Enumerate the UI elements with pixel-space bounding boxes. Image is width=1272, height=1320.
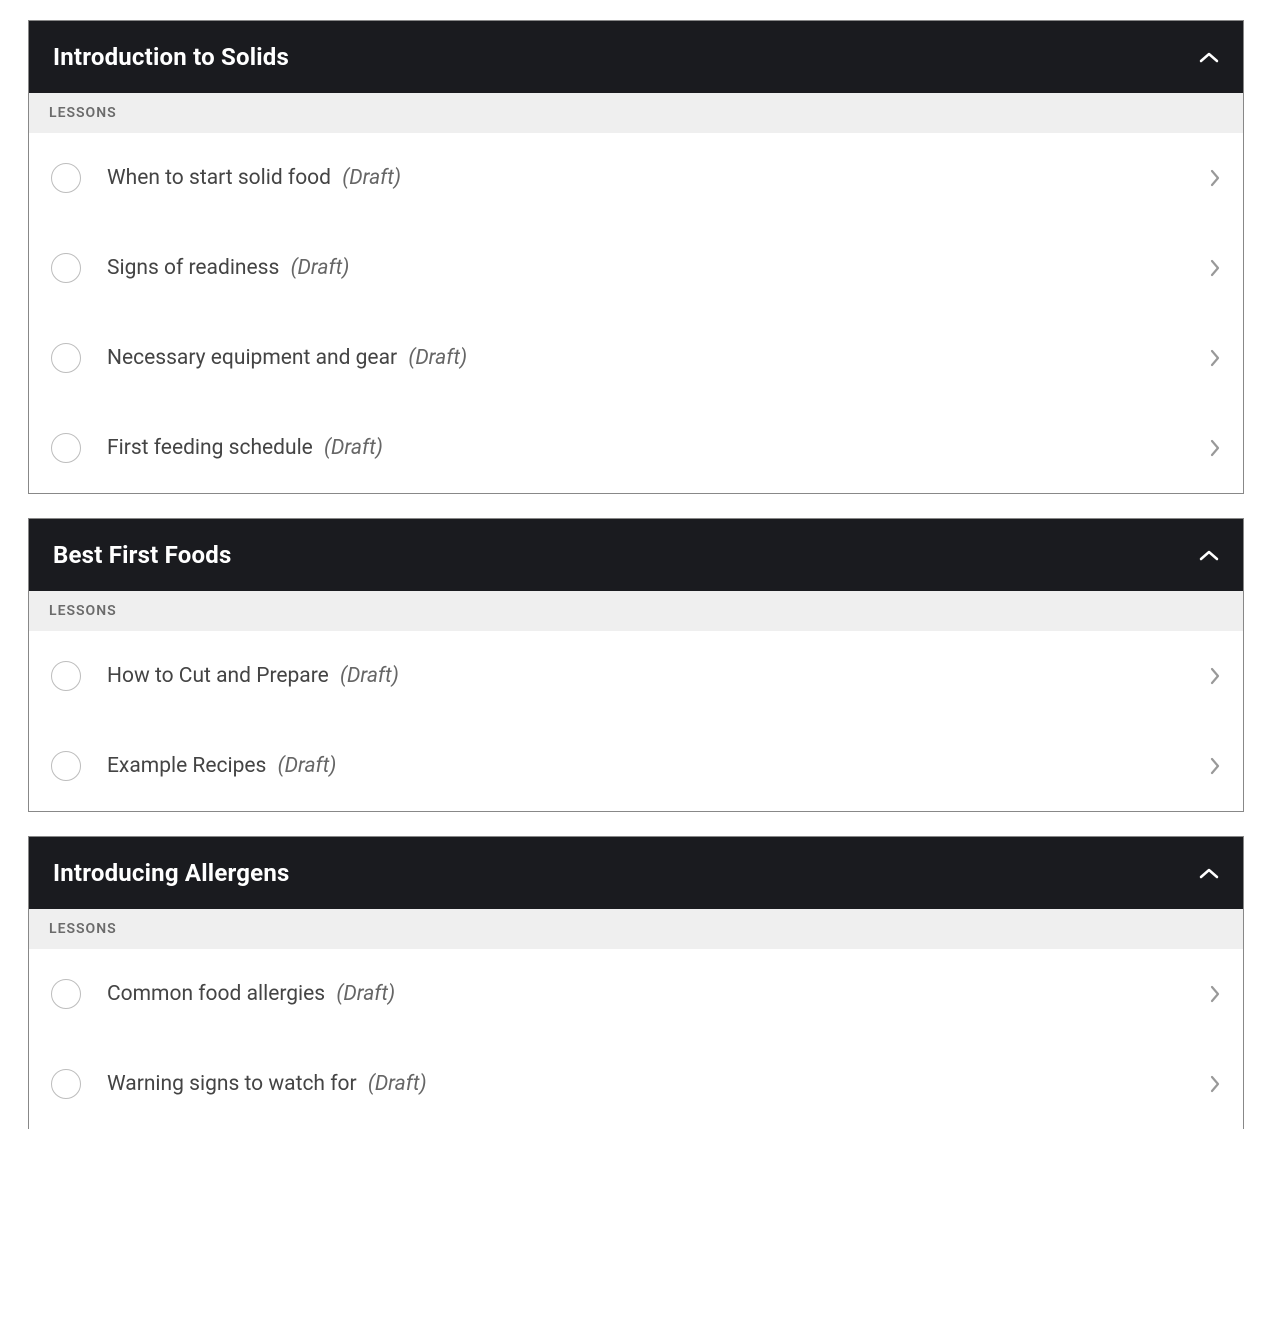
lesson-status: (Draft)	[342, 166, 401, 190]
module-title: Best First Foods	[53, 541, 231, 569]
module-header[interactable]: Best First Foods	[29, 519, 1243, 591]
lesson-status: (Draft)	[324, 436, 383, 460]
lesson-row[interactable]: Necessary equipment and gear (Draft)	[29, 313, 1243, 403]
completion-circle-icon	[51, 751, 81, 781]
module-title: Introducing Allergens	[53, 859, 290, 887]
lesson-title: Warning signs to watch for (Draft)	[107, 1072, 1193, 1096]
completion-circle-icon	[51, 433, 81, 463]
chevron-right-icon	[1209, 348, 1221, 368]
lesson-title: Signs of readiness (Draft)	[107, 256, 1193, 280]
lesson-title: Example Recipes (Draft)	[107, 754, 1193, 778]
chevron-right-icon	[1209, 756, 1221, 776]
chevron-right-icon	[1209, 258, 1221, 278]
chevron-up-icon	[1199, 549, 1219, 561]
lesson-status: (Draft)	[291, 256, 350, 280]
chevron-right-icon	[1209, 666, 1221, 686]
course-module: Introduction to Solids LESSONS When to s…	[28, 20, 1244, 494]
chevron-right-icon	[1209, 168, 1221, 188]
lesson-status: (Draft)	[340, 664, 399, 688]
lesson-title: How to Cut and Prepare (Draft)	[107, 664, 1193, 688]
chevron-right-icon	[1209, 438, 1221, 458]
completion-circle-icon	[51, 1069, 81, 1099]
module-header[interactable]: Introducing Allergens	[29, 837, 1243, 909]
lesson-row[interactable]: Signs of readiness (Draft)	[29, 223, 1243, 313]
lesson-title: When to start solid food (Draft)	[107, 166, 1193, 190]
completion-circle-icon	[51, 661, 81, 691]
chevron-up-icon	[1199, 51, 1219, 63]
lessons-label: LESSONS	[29, 591, 1243, 631]
lessons-label: LESSONS	[29, 909, 1243, 949]
completion-circle-icon	[51, 253, 81, 283]
lesson-status: (Draft)	[408, 346, 467, 370]
chevron-right-icon	[1209, 1074, 1221, 1094]
lesson-row[interactable]: Common food allergies (Draft)	[29, 949, 1243, 1039]
lesson-title: Necessary equipment and gear (Draft)	[107, 346, 1193, 370]
lesson-row[interactable]: Warning signs to watch for (Draft)	[29, 1039, 1243, 1129]
lesson-row[interactable]: First feeding schedule (Draft)	[29, 403, 1243, 493]
lesson-row[interactable]: When to start solid food (Draft)	[29, 133, 1243, 223]
completion-circle-icon	[51, 163, 81, 193]
lesson-status: (Draft)	[278, 754, 337, 778]
chevron-up-icon	[1199, 867, 1219, 879]
lesson-status: (Draft)	[368, 1072, 427, 1096]
completion-circle-icon	[51, 979, 81, 1009]
course-module: Best First Foods LESSONS How to Cut and …	[28, 518, 1244, 812]
lesson-status: (Draft)	[336, 982, 395, 1006]
lesson-title: First feeding schedule (Draft)	[107, 436, 1193, 460]
chevron-right-icon	[1209, 984, 1221, 1004]
lesson-row[interactable]: Example Recipes (Draft)	[29, 721, 1243, 811]
module-header[interactable]: Introduction to Solids	[29, 21, 1243, 93]
module-title: Introduction to Solids	[53, 43, 289, 71]
lessons-label: LESSONS	[29, 93, 1243, 133]
lesson-row[interactable]: How to Cut and Prepare (Draft)	[29, 631, 1243, 721]
completion-circle-icon	[51, 343, 81, 373]
course-module: Introducing Allergens LESSONS Common foo…	[28, 836, 1244, 1129]
lesson-title: Common food allergies (Draft)	[107, 982, 1193, 1006]
